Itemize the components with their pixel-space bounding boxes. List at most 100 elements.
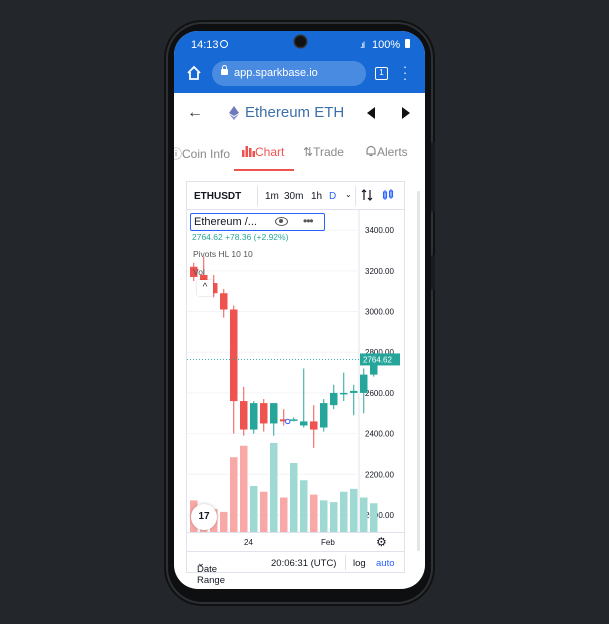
symbol-label[interactable]: ETHUSDT [194,191,241,202]
interval-dropdown-icon[interactable]: ⌄ [345,190,352,199]
page-title: Ethereum ETH [245,104,345,121]
utc-time[interactable]: 20:06:31 (UTC) [271,558,336,569]
front-camera [295,36,306,47]
page-scrollbar[interactable] [417,191,420,551]
page-header: ← Ethereum ETH [174,93,425,134]
auto-toggle[interactable]: auto [376,558,395,569]
date-range-button[interactable]: Date Range ⌄ [197,558,225,586]
volume-bar [340,491,348,532]
back-arrow-icon[interactable]: ← [187,104,203,122]
browser-menu-icon[interactable]: · · · [402,60,408,85]
candle-body [330,392,338,406]
log-toggle[interactable]: log [353,558,366,569]
phone-screen: 14:13 .ıl 100% app.sparkbase.io 1 · · · ← … [174,31,425,589]
candle-body [220,293,228,310]
power-button [431,255,435,290]
candle-body [350,390,358,393]
eye-icon[interactable] [275,217,288,226]
volume-bar [290,463,298,532]
volume-bar [350,488,358,532]
bell-icon [366,145,376,157]
candle-body [340,392,348,395]
interval-1h[interactable]: 1h [311,191,322,202]
previous-coin-icon[interactable] [367,107,375,119]
browser-toolbar: app.sparkbase.io 1 · · · [174,55,425,93]
volume-bar [270,442,278,532]
tab-alerts[interactable]: Alerts [365,145,408,159]
battery-icon [405,39,410,48]
volume-indicator-label[interactable]: Vol [193,267,205,277]
tab-label: Coin Info [182,147,231,161]
tradingview-logo[interactable]: 17 [191,504,217,530]
legend-price-line: 2764.62 +78.36 (+2.92%) [192,232,289,242]
candle-body [290,419,298,421]
candle-body [360,374,368,393]
candle-body [240,401,248,430]
candle-body [310,421,318,430]
info-icon: ⓘ [174,147,183,161]
volume-bar [280,497,288,532]
volume-bar [300,480,308,532]
volume-bar [220,511,228,532]
volume-bar [370,503,378,532]
chart-footer: Date Range ⌄ 20:06:31 (UTC) log auto [187,551,404,586]
sync-icon [220,40,228,48]
legend-box[interactable]: Ethereum /... ••• [190,213,325,231]
volume-bar [240,445,248,532]
swap-arrows-icon: ⇅ [303,145,314,159]
ethereum-icon [229,106,239,120]
tab-coin-info[interactable]: ⓘCoin Info [174,145,230,162]
chart-toolbar: ETHUSDT 1m 30m 1h D ⌄ [187,182,404,210]
candle-body [260,403,268,424]
candles-style-icon[interactable] [382,189,394,201]
tab-switcher-button[interactable]: 1 [375,67,388,80]
time-axis: 24 Feb ⚙ [187,532,404,551]
volume-button [431,142,435,212]
volume-bar [320,500,328,532]
candle-body [270,403,278,424]
candle-body [230,309,238,402]
interval-d[interactable]: D [329,191,336,202]
next-coin-icon[interactable] [402,107,410,119]
toolbar-divider [257,186,258,206]
x-tick-label: 24 [244,538,253,547]
candle-body [320,403,328,428]
more-options-icon[interactable]: ••• [303,214,314,228]
crosshair-marker [285,418,291,425]
interval-30m[interactable]: 30m [284,191,303,202]
candle-body [250,403,258,430]
url-text: app.sparkbase.io [234,67,318,79]
collapse-legend-icon[interactable]: ^ [197,280,213,296]
candle-body [300,421,308,426]
y-tick-label: 2200.00 [365,470,394,479]
y-tick-label: 3000.00 [365,308,394,317]
pivots-indicator-label[interactable]: Pivots HL 10 10 [193,249,253,259]
volume-bar [360,497,368,532]
y-tick-label: 3200.00 [365,267,394,276]
bar-chart-icon [242,146,255,157]
home-icon[interactable] [186,65,202,81]
volume-bar [260,491,268,532]
status-time: 14:13 [191,39,219,51]
y-tick-label: 3400.00 [365,226,394,235]
tab-bar: ⓘCoin Info Chart ⇅Trade Alerts [174,133,425,171]
tab-trade[interactable]: ⇅Trade [303,145,344,159]
tab-label: Chart [255,145,285,159]
volume-bar [330,502,338,532]
y-tick-label: 2600.00 [365,389,394,398]
footer-divider [345,555,346,570]
lock-icon [221,65,228,75]
url-field[interactable]: app.sparkbase.io [212,61,366,86]
tab-label: Alerts [377,145,408,159]
active-tab-indicator [234,169,294,171]
indicators-icon[interactable] [361,189,373,201]
last-price-label: 2764.62 [363,355,392,364]
tab-label: Trade [313,145,344,159]
date-range-label: Date Range [197,564,225,586]
legend-symbol-name: Ethereum /... [194,216,257,228]
interval-1m[interactable]: 1m [265,191,279,202]
y-tick-label: 2000.00 [365,511,394,520]
battery-percent: 100% [372,39,401,51]
chart-settings-icon[interactable]: ⚙ [376,535,387,549]
tab-chart[interactable]: Chart [242,145,284,159]
